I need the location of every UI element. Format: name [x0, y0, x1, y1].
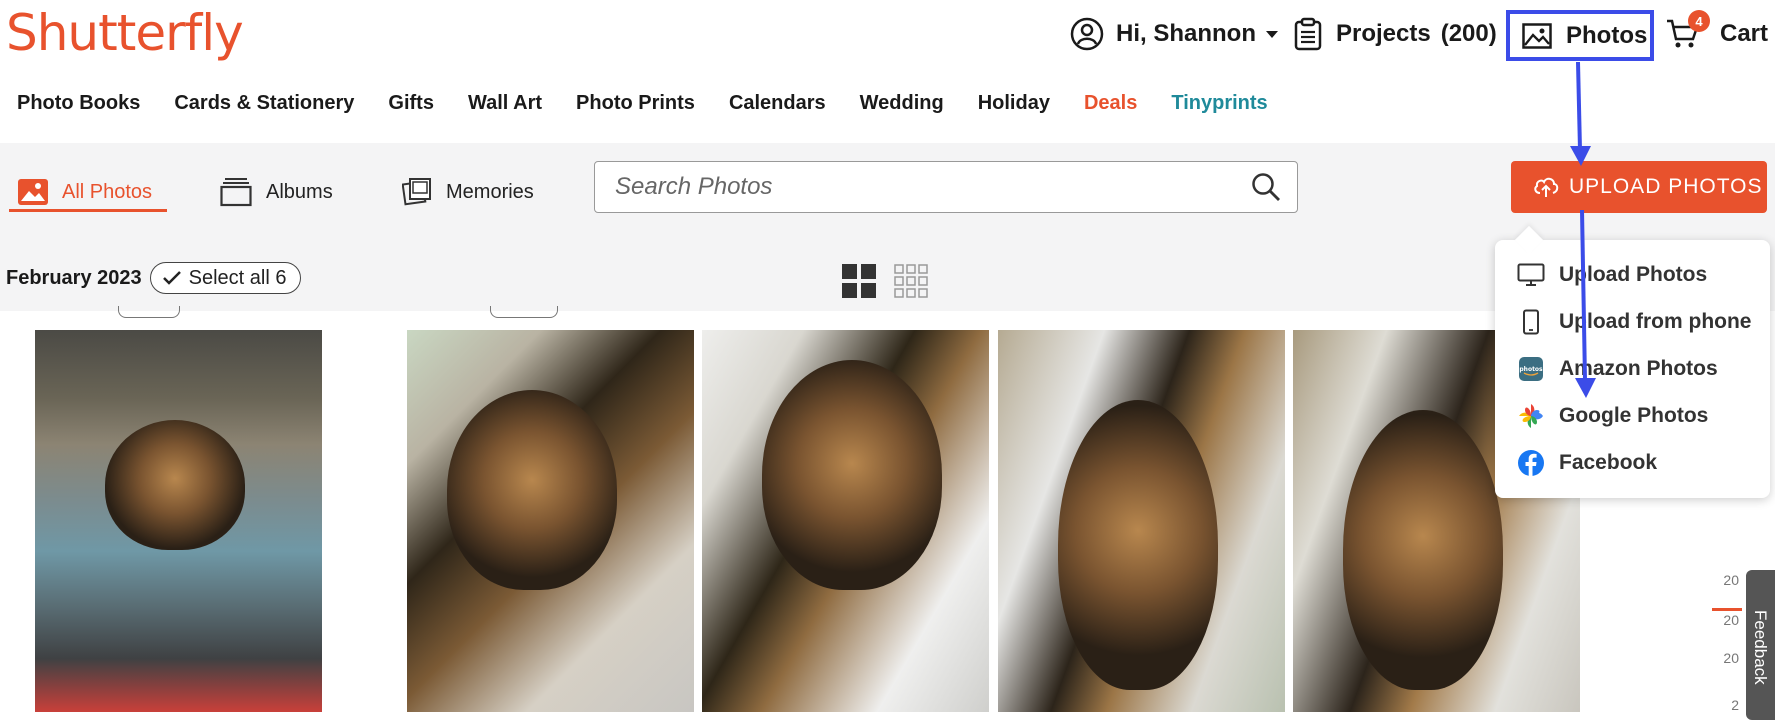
photo-tag-stub — [490, 306, 558, 318]
upload-menu-item-label: Upload from phone — [1559, 310, 1752, 333]
upload-menu-item-phone[interactable]: Upload from phone — [1517, 306, 1752, 338]
nav-holiday[interactable]: Holiday — [978, 92, 1050, 115]
upload-photos-label: UPLOAD PHOTOS — [1569, 175, 1763, 198]
chevron-down-icon — [1266, 30, 1278, 38]
projects-link[interactable]: Projects (200) — [1294, 12, 1497, 56]
timeline-indicator — [1712, 608, 1742, 611]
select-all-button[interactable]: Select all 6 — [149, 262, 302, 294]
select-all-label: Select all 6 — [188, 266, 287, 289]
search-icon[interactable] — [1251, 172, 1281, 202]
timeline-year-label[interactable]: 20 — [1723, 612, 1739, 628]
google-photos-icon — [1519, 404, 1543, 428]
nav-photo-prints[interactable]: Photo Prints — [576, 92, 695, 115]
shutterfly-logo[interactable]: Shutterfly — [6, 4, 244, 62]
cloud-upload-icon — [1534, 177, 1559, 197]
tab-memories-label: Memories — [446, 180, 534, 203]
account-menu[interactable]: Hi, Shannon — [1070, 12, 1278, 56]
upload-menu-item-google[interactable]: Google Photos — [1517, 400, 1708, 432]
upload-menu-item-amazon[interactable]: photos Amazon Photos — [1517, 353, 1718, 385]
image-icon — [1522, 22, 1552, 49]
feedback-label: Feedback — [1751, 610, 1770, 685]
date-group-header: February 2023 Select all 6 — [6, 262, 302, 294]
photo-thumbnail[interactable] — [407, 330, 694, 712]
main-nav: Photo Books Cards & Stationery Gifts Wal… — [0, 86, 1285, 120]
timeline-year-label[interactable]: 2 — [1731, 697, 1739, 713]
upload-menu-item-computer[interactable]: Upload Photos — [1517, 259, 1707, 291]
phone-icon — [1523, 309, 1539, 335]
account-label: Hi, Shannon — [1116, 20, 1256, 47]
tab-all-photos-label: All Photos — [62, 180, 153, 203]
upload-menu: Upload Photos Upload from phone photos A… — [1495, 240, 1770, 498]
date-label: February 2023 — [6, 266, 142, 289]
small-grid-view-icon[interactable] — [894, 264, 928, 298]
clipboard-icon — [1294, 17, 1322, 51]
cart-link[interactable]: 4 Cart — [1666, 10, 1769, 56]
checkmark-icon — [162, 271, 181, 285]
memories-icon — [402, 178, 431, 206]
nav-deals[interactable]: Deals — [1084, 92, 1137, 115]
album-icon — [220, 178, 252, 207]
nav-calendars[interactable]: Calendars — [729, 92, 826, 115]
monitor-icon — [1517, 263, 1545, 286]
photos-label: Photos — [1566, 21, 1648, 49]
upload-photos-button[interactable]: UPLOAD PHOTOS — [1511, 161, 1767, 213]
photos-link[interactable]: Photos — [1506, 10, 1654, 61]
cart-label: Cart — [1720, 20, 1769, 47]
photo-thumbnail[interactable] — [998, 330, 1285, 712]
upload-menu-item-label: Facebook — [1559, 451, 1658, 474]
tab-albums[interactable]: Albums — [220, 170, 333, 214]
puppy-shape — [762, 360, 942, 590]
upload-menu-item-label: Amazon Photos — [1559, 357, 1718, 380]
tab-memories[interactable]: Memories — [402, 170, 534, 214]
user-icon — [1070, 17, 1104, 51]
nav-tinyprints[interactable]: Tinyprints — [1171, 92, 1267, 115]
tab-all-photos[interactable]: All Photos — [18, 170, 152, 214]
nav-gifts[interactable]: Gifts — [388, 92, 434, 115]
feedback-tab[interactable]: Feedback — [1746, 570, 1775, 720]
cart-badge: 4 — [1688, 10, 1710, 32]
puppy-shape — [1343, 410, 1503, 690]
nav-photo-books[interactable]: Photo Books — [17, 92, 140, 115]
projects-count: (200) — [1440, 20, 1497, 47]
upload-menu-item-label: Google Photos — [1559, 404, 1709, 427]
projects-label: Projects — [1336, 20, 1431, 47]
search-input[interactable] — [615, 173, 1215, 201]
active-tab-indicator — [9, 209, 167, 212]
puppy-shape — [1058, 400, 1218, 690]
photo-icon — [18, 179, 48, 205]
timeline-year-label[interactable]: 20 — [1723, 650, 1739, 666]
upload-menu-item-label: Upload Photos — [1559, 263, 1708, 286]
search-box — [594, 161, 1298, 213]
timeline-year-label[interactable]: 20 — [1723, 572, 1739, 588]
upload-menu-item-facebook[interactable]: Facebook — [1517, 447, 1657, 479]
tab-albums-label: Albums — [266, 180, 333, 203]
photo-thumbnail[interactable] — [702, 330, 989, 712]
svg-text:photos: photos — [1519, 366, 1543, 373]
nav-cards-stationery[interactable]: Cards & Stationery — [174, 92, 354, 115]
photo-tag-stub — [118, 306, 180, 318]
facebook-icon — [1518, 450, 1544, 476]
photo-thumbnail[interactable] — [35, 330, 322, 712]
puppy-shape — [447, 390, 617, 590]
amazon-photos-icon: photos — [1519, 357, 1543, 381]
puppy-shape — [105, 420, 245, 550]
nav-wall-art[interactable]: Wall Art — [468, 92, 542, 115]
large-grid-view-icon[interactable] — [842, 264, 876, 298]
nav-wedding[interactable]: Wedding — [860, 92, 944, 115]
